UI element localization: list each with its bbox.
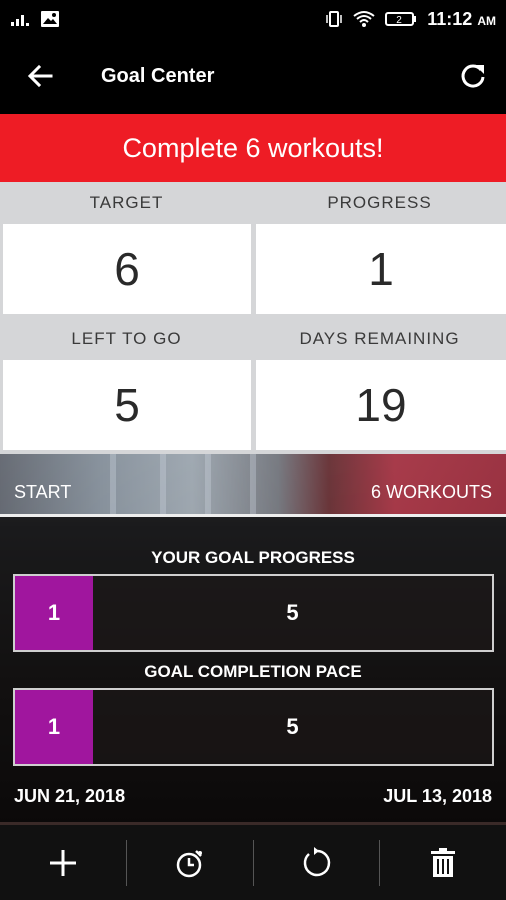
back-button[interactable] — [0, 38, 80, 114]
arrow-back-icon — [27, 64, 53, 88]
goal-progress-title: YOUR GOAL PROGRESS — [151, 548, 355, 567]
clock: 11:12 AM — [427, 9, 496, 30]
delete-button[interactable] — [380, 825, 506, 900]
days-remaining-label: DAYS REMAINING — [299, 329, 460, 348]
refresh-icon — [461, 64, 485, 88]
clock-time: 11:12 — [427, 8, 473, 29]
left-to-go-label: LEFT TO GO — [71, 329, 182, 348]
target-label: TARGET — [89, 193, 164, 212]
add-icon — [49, 849, 76, 876]
goal-banner: Complete 6 workouts! — [0, 114, 506, 182]
start-date: JUN 21, 2018 — [14, 786, 126, 806]
bottom-toolbar — [0, 822, 506, 900]
range-start-label: START — [14, 482, 72, 502]
progress-section: START 6 WORKOUTS YOUR GOAL PROGRESS 1 5 … — [0, 454, 506, 822]
page-title: Goal Center — [101, 64, 215, 87]
left-to-go-value: 5 — [3, 360, 251, 450]
clock-ampm: AM — [477, 13, 496, 28]
completion-pace-title: GOAL COMPLETION PACE — [144, 662, 362, 681]
stats-grid: TARGET PROGRESS 6 1 LEFT TO GO DAYS REMA… — [0, 182, 506, 454]
timer-button[interactable] — [127, 825, 253, 900]
vibrate-icon — [326, 11, 343, 27]
status-bar: 2 11:12 AM — [0, 0, 506, 38]
trash-icon — [431, 847, 456, 877]
reset-button[interactable] — [254, 825, 380, 900]
refresh-button[interactable] — [440, 38, 506, 114]
wifi-icon — [353, 11, 375, 27]
progress-value: 1 — [256, 224, 506, 314]
reset-icon — [304, 846, 331, 876]
battery-level-text: 2 — [396, 15, 402, 26]
target-value: 6 — [3, 224, 251, 314]
end-date: JUL 13, 2018 — [383, 786, 492, 806]
add-button[interactable] — [0, 825, 126, 900]
goal-progress-done: 1 — [15, 576, 93, 650]
battery-icon: 2 — [385, 12, 417, 26]
range-divider — [0, 514, 506, 517]
goal-progress-bar: 1 5 — [13, 574, 494, 652]
goal-progress-remaining: 5 — [286, 600, 299, 625]
completion-pace-remaining: 5 — [286, 714, 299, 739]
completion-pace-done: 1 — [15, 690, 93, 764]
completion-pace-bar: 1 5 — [13, 688, 494, 766]
status-right: 2 11:12 AM — [325, 9, 496, 30]
range-end-label: 6 WORKOUTS — [370, 482, 492, 502]
status-left — [10, 10, 60, 28]
progress-label: PROGRESS — [327, 193, 432, 212]
app-bar: Goal Center — [0, 38, 506, 114]
signal-icon — [11, 15, 29, 26]
image-notification-icon — [41, 11, 59, 27]
timer-icon — [176, 849, 202, 877]
days-remaining-value: 19 — [256, 360, 506, 450]
